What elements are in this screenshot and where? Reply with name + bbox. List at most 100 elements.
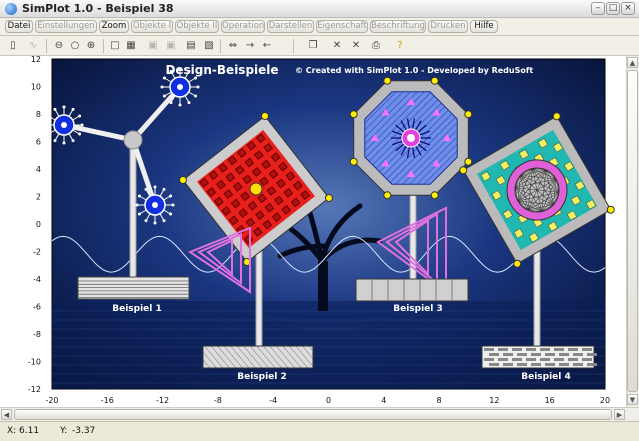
base-4-brick — [484, 358, 494, 361]
menu-datei[interactable]: Datei — [5, 20, 33, 33]
base-4-brick — [489, 363, 499, 366]
label-beispiel-1: Beispiel 1 — [112, 304, 162, 314]
windmill-ray-dot — [44, 123, 48, 127]
menu-zoom[interactable]: Zoom — [99, 20, 129, 33]
menu-darstellen[interactable]: Darstellen — [267, 20, 314, 33]
toolbar-separator — [103, 39, 104, 53]
base-4-brick — [568, 358, 578, 361]
arrow-left-icon[interactable]: ← — [260, 39, 274, 53]
zoom-in-icon[interactable]: ⊕ — [84, 39, 98, 53]
base-3 — [355, 278, 469, 302]
print-icon[interactable]: ⎙ — [369, 39, 383, 53]
base-4-brick — [587, 353, 597, 356]
vertical-scroll-thumb[interactable] — [627, 70, 638, 392]
windmill-ray-dot — [162, 219, 166, 223]
windmill-ray-dot — [137, 194, 141, 198]
y-tick-label: -6 — [33, 303, 41, 312]
windmill-ray-dot — [62, 105, 66, 109]
vertical-scrollbar[interactable]: ▲ ▼ — [626, 56, 639, 407]
minimize-button[interactable]: – — [591, 2, 605, 15]
base-4-brick — [573, 363, 583, 366]
toolbar: ▯ ∿ ⊖ ○ ⊕ □ ▦ ▣ ▣ ▤ ▧ ⇔ → ← ❐ ✕ ✕ ⎙ ? — [0, 36, 639, 56]
x-tick-label: 20 — [600, 396, 610, 405]
base-4-brick — [484, 348, 494, 351]
maximize-button[interactable]: □ — [606, 2, 620, 15]
scroll-right-icon[interactable]: ▶ — [614, 409, 625, 420]
menu-operation[interactable]: Operation — [221, 20, 265, 33]
windmill-ray-dot — [144, 187, 148, 191]
windmill-ray-dot — [53, 139, 57, 143]
close-button[interactable]: × — [621, 2, 635, 15]
base-4-brick — [517, 363, 527, 366]
wave-icon[interactable]: ∿ — [26, 39, 40, 53]
octagon-3-corner — [349, 110, 358, 119]
plot-area[interactable]: -20 -16 -12 -8 -4 0 4 8 12 16 20 12 10 8 6 4 2 0 -2 -4 -6 -8… — [0, 55, 626, 407]
x-tick-label: 12 — [489, 396, 499, 405]
base-4-brick — [582, 358, 592, 361]
menu-hilfe[interactable]: Hilfe — [470, 20, 498, 33]
label-beispiel-2: Beispiel 2 — [237, 372, 287, 382]
y-tick-label: 6 — [36, 138, 41, 147]
move-icon[interactable]: ⇔ — [226, 39, 240, 53]
y-tick-label: -12 — [28, 385, 41, 394]
x-tick-label: -12 — [156, 396, 169, 405]
base-4-brick — [498, 348, 508, 351]
delete-icon[interactable]: ✕ — [330, 39, 344, 53]
delete2-icon[interactable]: ✕ — [349, 39, 363, 53]
octagon-3-corner — [430, 191, 439, 200]
horizontal-scroll-thumb[interactable] — [14, 409, 612, 420]
zoom-fit-icon[interactable]: ○ — [68, 39, 82, 53]
menu-beschriftung[interactable]: Beschriftung — [370, 20, 426, 33]
windmill-ray-dot — [162, 94, 166, 98]
windmill-ray-dot — [71, 139, 75, 143]
label-beispiel-3: Beispiel 3 — [393, 304, 443, 314]
windmill-ray-dot — [71, 107, 75, 111]
picture-icon[interactable]: ▧ — [202, 39, 216, 53]
windmill-ray-dot — [80, 123, 84, 127]
base-4-brick — [540, 348, 550, 351]
octagon-3-center-dot — [407, 134, 415, 142]
horizontal-scrollbar[interactable]: ◀ ▶ — [0, 407, 639, 421]
octagon-3-corner — [464, 110, 473, 119]
copy-icon[interactable]: ❐ — [306, 39, 320, 53]
menu-eigenschaft[interactable]: Eigenschaft — [316, 20, 368, 33]
y-tick-label: 2 — [36, 193, 41, 202]
y-tick-label: 8 — [36, 110, 41, 119]
menu-objekte-2[interactable]: Objekte II — [175, 20, 219, 33]
layers-icon[interactable]: ▣ — [146, 39, 160, 53]
base-4-brick — [503, 363, 513, 366]
x-tick-label: -4 — [269, 396, 277, 405]
windmill-ray-dot — [178, 103, 182, 107]
layers2-icon[interactable]: ▣ — [164, 39, 178, 53]
app-icon — [5, 3, 17, 15]
x-tick-label: 16 — [545, 396, 555, 405]
grid-icon[interactable]: ▦ — [124, 39, 138, 53]
windmill-ray-dot — [187, 101, 191, 105]
table-icon[interactable]: ▤ — [184, 39, 198, 53]
base-4-brick — [559, 363, 569, 366]
plot-credit: © Created with SimPlot 1.0 - Developed b… — [295, 66, 533, 75]
windmill-ray-dot — [196, 85, 200, 89]
phone-icon[interactable]: ▯ — [6, 39, 20, 53]
windmill-circle-center — [61, 122, 67, 128]
windmill-ray-dot — [169, 101, 173, 105]
menu-einstellungen[interactable]: Einstellungen — [35, 20, 97, 33]
zoom-out-icon[interactable]: ⊖ — [52, 39, 66, 53]
menu-drucken[interactable]: Drucken — [428, 20, 468, 33]
scroll-down-icon[interactable]: ▼ — [627, 394, 638, 405]
scroll-left-icon[interactable]: ◀ — [1, 409, 12, 420]
square-icon[interactable]: □ — [108, 39, 122, 53]
base-4-brick — [526, 348, 536, 351]
x-tick-label: -8 — [214, 396, 222, 405]
base-4-brick — [554, 348, 564, 351]
scroll-up-icon[interactable]: ▲ — [627, 57, 638, 68]
windmill-ray-dot — [78, 114, 82, 118]
base-4-brick — [582, 348, 592, 351]
windmill-hub — [123, 130, 143, 150]
help-icon[interactable]: ? — [393, 39, 407, 53]
arrow-right-icon[interactable]: → — [243, 39, 257, 53]
base-2 — [202, 345, 314, 369]
y-tick-label: -10 — [28, 358, 41, 367]
menu-objekte-1[interactable]: Objekte I — [131, 20, 173, 33]
base-4-brick — [531, 363, 541, 366]
